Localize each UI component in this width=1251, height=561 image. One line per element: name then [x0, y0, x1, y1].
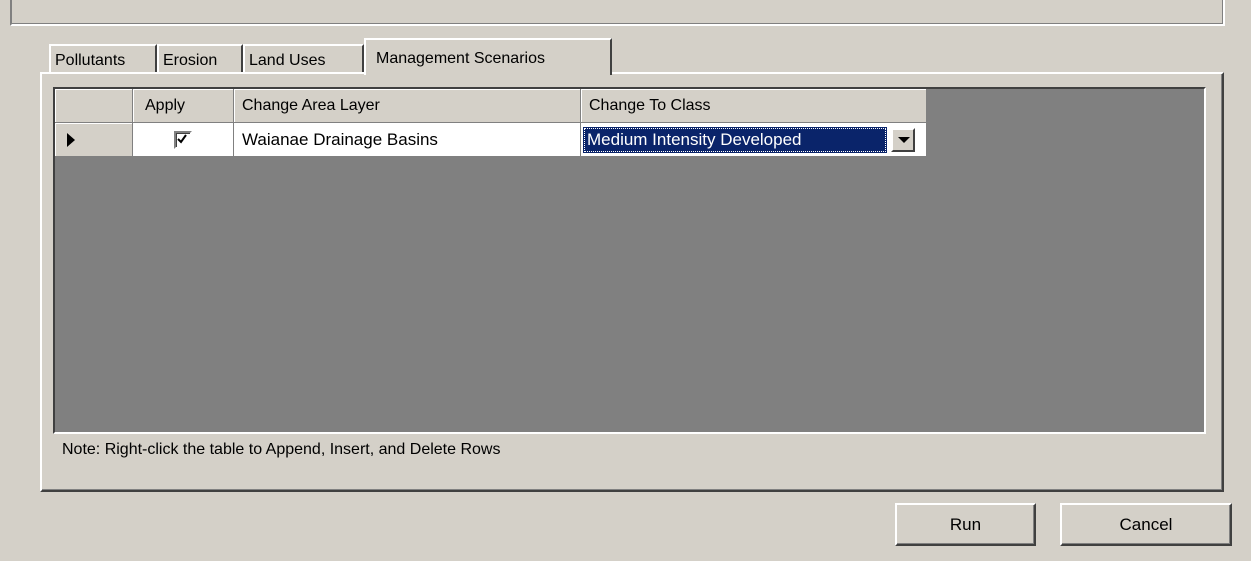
- column-header-apply-label: Apply: [145, 97, 186, 114]
- tab-management-scenarios[interactable]: Management Scenarios: [364, 38, 612, 75]
- row-selector[interactable]: [55, 123, 133, 157]
- tab-pollutants[interactable]: Pollutants: [49, 44, 157, 72]
- tab-pollutants-label: Pollutants: [55, 52, 126, 69]
- table-corner-header: [55, 89, 133, 123]
- column-header-change-area-layer[interactable]: Change Area Layer: [234, 89, 581, 123]
- checkmark-icon: [177, 134, 187, 144]
- apply-checkbox[interactable]: [174, 131, 192, 149]
- change-to-class-value: Medium Intensity Developed: [587, 130, 802, 149]
- cancel-button[interactable]: Cancel: [1060, 503, 1232, 546]
- change-area-layer-cell[interactable]: Waianae Drainage Basins: [234, 123, 581, 157]
- top-group-frame: [10, 0, 1225, 26]
- tab-land-uses[interactable]: Land Uses: [243, 44, 364, 72]
- table-note: Note: Right-click the table to Append, I…: [62, 441, 501, 458]
- tab-management-scenarios-label: Management Scenarios: [376, 50, 545, 67]
- chevron-down-icon: [898, 137, 910, 143]
- tab-land-uses-label: Land Uses: [249, 52, 326, 69]
- tab-erosion[interactable]: Erosion: [157, 44, 243, 72]
- dropdown-button[interactable]: [891, 128, 915, 152]
- scenarios-table[interactable]: Apply Change Area Layer Change To Class …: [53, 87, 1206, 434]
- tab-erosion-label: Erosion: [163, 52, 218, 69]
- apply-cell[interactable]: [133, 123, 234, 157]
- run-button-label: Run: [949, 515, 982, 534]
- run-button[interactable]: Run: [895, 503, 1036, 546]
- cancel-button-label: Cancel: [1119, 515, 1173, 534]
- column-header-apply[interactable]: Apply: [133, 89, 234, 123]
- current-row-arrow-icon: [67, 133, 75, 147]
- change-to-class-select[interactable]: Medium Intensity Developed: [583, 127, 887, 153]
- change-area-layer-value: Waianae Drainage Basins: [242, 130, 438, 149]
- change-to-class-cell[interactable]: Medium Intensity Developed: [581, 123, 927, 157]
- column-header-change-to-class-label: Change To Class: [589, 97, 711, 114]
- column-header-change-area-layer-label: Change Area Layer: [242, 97, 380, 114]
- column-header-change-to-class[interactable]: Change To Class: [581, 89, 927, 123]
